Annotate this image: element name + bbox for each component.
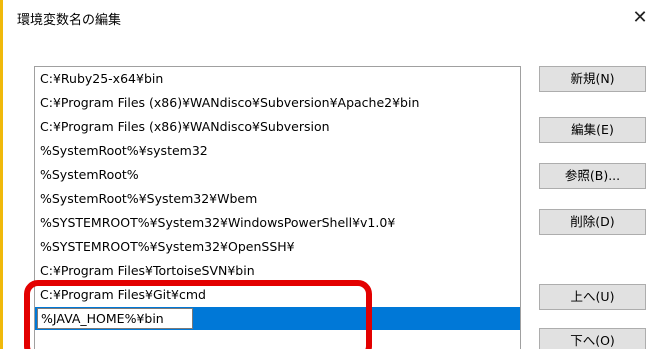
list-item[interactable]: %SYSTEMROOT%¥System32¥WindowsPowerShell¥… — [35, 211, 520, 234]
title-bar: 環境変数名の編集 ✕ — [3, 0, 664, 36]
list-item[interactable]: %SYSTEMROOT%¥System32¥OpenSSH¥ — [35, 235, 520, 258]
close-icon[interactable]: ✕ — [626, 4, 654, 32]
window-accent-border — [0, 0, 3, 349]
list-item[interactable]: C:¥Program Files¥Git¥cmd — [35, 283, 520, 306]
list-item-text: C:¥Program Files (x86)¥WANdisco¥Subversi… — [40, 95, 420, 110]
list-item-text: %SystemRoot%¥System32¥Wbem — [40, 191, 258, 206]
edit-button[interactable]: 編集(E) — [539, 117, 646, 143]
list-item[interactable]: C:¥Program Files (x86)¥WANdisco¥Subversi… — [35, 115, 520, 138]
edit-environment-variable-dialog: 環境変数名の編集 ✕ C:¥Ruby25-x64¥bin C:¥Program … — [0, 0, 664, 349]
new-button[interactable]: 新規(N) — [539, 66, 646, 92]
path-list[interactable]: C:¥Ruby25-x64¥bin C:¥Program Files (x86)… — [34, 66, 521, 349]
list-item[interactable]: C:¥Program Files (x86)¥WANdisco¥Subversi… — [35, 91, 520, 114]
list-item[interactable]: C:¥Ruby25-x64¥bin — [35, 67, 520, 90]
delete-button[interactable]: 削除(D) — [539, 209, 646, 235]
list-item-editing[interactable] — [35, 307, 520, 330]
list-item-text: %SystemRoot%¥system32 — [40, 143, 208, 158]
list-item[interactable]: %SystemRoot%¥system32 — [35, 139, 520, 162]
list-item[interactable]: C:¥Program Files¥TortoiseSVN¥bin — [35, 259, 520, 282]
list-item-text: %SystemRoot% — [40, 167, 139, 182]
list-item-text: %SYSTEMROOT%¥System32¥OpenSSH¥ — [40, 239, 295, 254]
list-item-text: C:¥Ruby25-x64¥bin — [40, 71, 164, 86]
browse-button[interactable]: 参照(B)... — [539, 163, 646, 189]
list-item-text: C:¥Program Files (x86)¥WANdisco¥Subversi… — [40, 119, 330, 134]
path-edit-input[interactable] — [37, 308, 193, 329]
list-item-text: C:¥Program Files¥Git¥cmd — [40, 287, 206, 302]
move-up-button[interactable]: 上へ(U) — [539, 284, 646, 310]
move-down-button[interactable]: 下へ(O) — [539, 328, 646, 349]
window-title: 環境変数名の編集 — [17, 13, 122, 28]
list-item-text: C:¥Program Files¥TortoiseSVN¥bin — [40, 263, 255, 278]
list-item[interactable]: %SystemRoot% — [35, 163, 520, 186]
list-item-text: %SYSTEMROOT%¥System32¥WindowsPowerShell¥… — [40, 215, 396, 230]
list-item[interactable]: %SystemRoot%¥System32¥Wbem — [35, 187, 520, 210]
